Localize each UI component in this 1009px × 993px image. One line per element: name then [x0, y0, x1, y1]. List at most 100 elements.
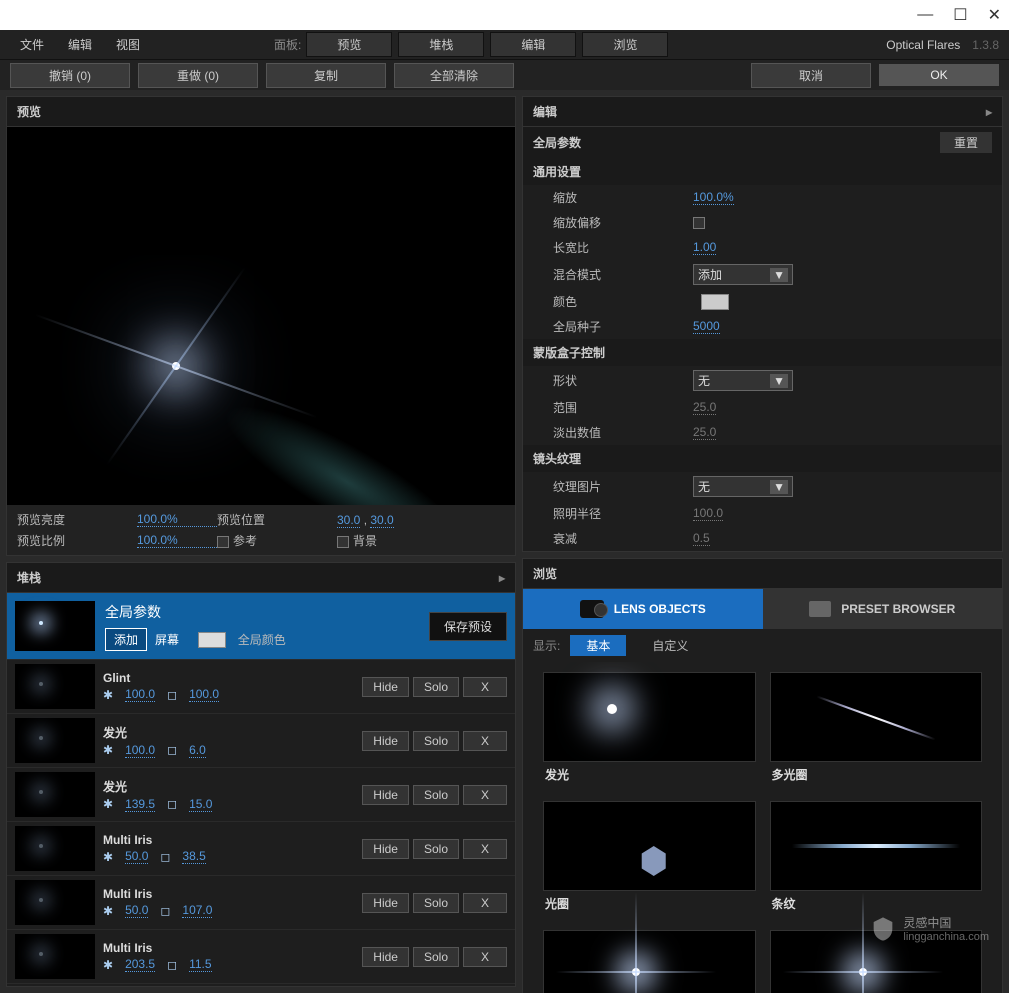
tab-lens-objects[interactable]: LENS OBJECTS	[523, 589, 763, 629]
blend-screen-toggle[interactable]: 屏幕	[147, 629, 187, 650]
layer-brightness[interactable]: 50.0	[125, 849, 148, 864]
hide-button[interactable]: Hide	[362, 785, 409, 805]
section-texture: 镜头纹理	[523, 445, 1002, 472]
blend-select[interactable]: 添加▼	[693, 264, 793, 285]
global-color-label: 全局颜色	[238, 633, 286, 647]
solo-button[interactable]: Solo	[413, 947, 459, 967]
lens-object-card[interactable]	[543, 930, 756, 993]
minimize-button[interactable]: —	[917, 6, 933, 24]
texture-select[interactable]: 无▼	[693, 476, 793, 497]
global-params-row[interactable]: 全局参数 添加屏幕 全局颜色 保存预设	[7, 593, 515, 659]
layer-scale[interactable]: 11.5	[189, 957, 211, 972]
redo-button[interactable]: 重做 (0)	[138, 63, 258, 88]
preview-scale-value[interactable]: 100.0%	[137, 533, 217, 548]
layer-scale[interactable]: 38.5	[182, 849, 205, 864]
global-color-swatch[interactable]	[198, 632, 226, 648]
preview-pos-x[interactable]: 30.0	[337, 513, 360, 528]
fade-value[interactable]: 25.0	[693, 425, 716, 440]
layer-brightness[interactable]: 139.5	[125, 797, 155, 812]
delete-button[interactable]: X	[463, 839, 507, 859]
background-checkbox[interactable]	[337, 536, 349, 548]
shape-select[interactable]: 无▼	[693, 370, 793, 391]
close-button[interactable]: ✕	[988, 5, 1001, 25]
preview-pos-y[interactable]: 30.0	[370, 513, 393, 528]
lens-object-card[interactable]: 条纹	[770, 801, 983, 916]
solo-button[interactable]: Solo	[413, 893, 459, 913]
ratio-value[interactable]: 1.00	[693, 240, 716, 255]
filter-custom[interactable]: 自定义	[636, 635, 704, 656]
panel-tab-edit[interactable]: 编辑	[490, 32, 576, 57]
panel-tab-browse[interactable]: 浏览	[582, 32, 668, 57]
delete-button[interactable]: X	[463, 731, 507, 751]
layer-scale[interactable]: 107.0	[182, 903, 212, 918]
delete-button[interactable]: X	[463, 947, 507, 967]
brightness-icon: ✱	[103, 743, 113, 757]
layer-brightness[interactable]: 203.5	[125, 957, 155, 972]
preview-brightness-value[interactable]: 100.0%	[137, 512, 217, 527]
save-preset-button[interactable]: 保存预设	[429, 612, 507, 641]
lens-object-card[interactable]: 发光	[543, 672, 756, 787]
reference-checkbox[interactable]	[217, 536, 229, 548]
solo-button[interactable]: Solo	[413, 839, 459, 859]
solo-button[interactable]: Solo	[413, 785, 459, 805]
lens-object-card[interactable]: 多光圈	[770, 672, 983, 787]
hide-button[interactable]: Hide	[362, 893, 409, 913]
reset-button[interactable]: 重置	[940, 132, 992, 153]
layer-scale[interactable]: 6.0	[189, 743, 206, 758]
blend-add-toggle[interactable]: 添加	[105, 628, 147, 651]
maximize-button[interactable]: ☐	[953, 5, 967, 25]
offset-checkbox[interactable]	[693, 217, 705, 229]
stack-layer[interactable]: Multi Iris ✱50.0 ◻107.0 Hide Solo X	[7, 875, 515, 929]
color-swatch[interactable]	[701, 294, 729, 310]
titlebar: — ☐ ✕	[0, 0, 1009, 30]
stack-layer[interactable]: Glint ✱100.0 ◻100.0 Hide Solo X	[7, 659, 515, 713]
preview-canvas[interactable]	[7, 127, 515, 505]
hide-button[interactable]: Hide	[362, 839, 409, 859]
stack-layer[interactable]: Multi Iris ✱50.0 ◻38.5 Hide Solo X	[7, 821, 515, 875]
expand-icon[interactable]: ▸	[986, 105, 992, 119]
stack-panel: 堆栈▸ 全局参数 添加屏幕 全局颜色 保存预设 Glint ✱100.0 ◻	[6, 562, 516, 987]
layer-scale[interactable]: 15.0	[189, 797, 212, 812]
delete-button[interactable]: X	[463, 893, 507, 913]
tab-preset-browser[interactable]: PRESET BROWSER	[763, 589, 1003, 629]
falloff-value[interactable]: 0.5	[693, 531, 710, 546]
section-general: 通用设置	[523, 158, 1002, 185]
hide-button[interactable]: Hide	[362, 731, 409, 751]
panel-tab-preview[interactable]: 预览	[306, 32, 392, 57]
stack-layer[interactable]: Multi Iris ✱203.5 ◻11.5 Hide Solo X	[7, 929, 515, 983]
clear-button[interactable]: 全部清除	[394, 63, 514, 88]
preview-title: 预览	[17, 103, 41, 120]
seed-value[interactable]: 5000	[693, 319, 720, 334]
menu-view[interactable]: 视图	[106, 32, 150, 57]
layer-brightness[interactable]: 50.0	[125, 903, 148, 918]
hide-button[interactable]: Hide	[362, 677, 409, 697]
layer-brightness[interactable]: 100.0	[125, 687, 155, 702]
falloff-label: 衰减	[553, 530, 693, 547]
stack-layer[interactable]: 发光 ✱100.0 ◻6.0 Hide Solo X	[7, 713, 515, 767]
panel-tab-stack[interactable]: 堆栈	[398, 32, 484, 57]
stack-layer[interactable]: Multi Iris ✱ ◻ Hide Solo X	[7, 983, 515, 986]
delete-button[interactable]: X	[463, 785, 507, 805]
copy-button[interactable]: 复制	[266, 63, 386, 88]
menu-edit[interactable]: 编辑	[58, 32, 102, 57]
lens-object-card[interactable]: 光圈	[543, 801, 756, 916]
range-value[interactable]: 25.0	[693, 400, 716, 415]
scale-icon: ◻	[160, 904, 170, 918]
filter-basic[interactable]: 基本	[570, 635, 626, 656]
cancel-button[interactable]: 取消	[751, 63, 871, 88]
undo-button[interactable]: 撤销 (0)	[10, 63, 130, 88]
expand-icon[interactable]: ▸	[499, 571, 505, 585]
stack-layer[interactable]: 发光 ✱139.5 ◻15.0 Hide Solo X	[7, 767, 515, 821]
browser-title: 浏览	[533, 565, 557, 582]
hide-button[interactable]: Hide	[362, 947, 409, 967]
radius-value[interactable]: 100.0	[693, 506, 723, 521]
layer-brightness[interactable]: 100.0	[125, 743, 155, 758]
layer-scale[interactable]: 100.0	[189, 687, 219, 702]
delete-button[interactable]: X	[463, 677, 507, 697]
solo-button[interactable]: Solo	[413, 677, 459, 697]
global-section: 全局参数	[533, 134, 581, 151]
scale-value[interactable]: 100.0%	[693, 190, 734, 205]
solo-button[interactable]: Solo	[413, 731, 459, 751]
ok-button[interactable]: OK	[879, 64, 999, 86]
menu-file[interactable]: 文件	[10, 32, 54, 57]
